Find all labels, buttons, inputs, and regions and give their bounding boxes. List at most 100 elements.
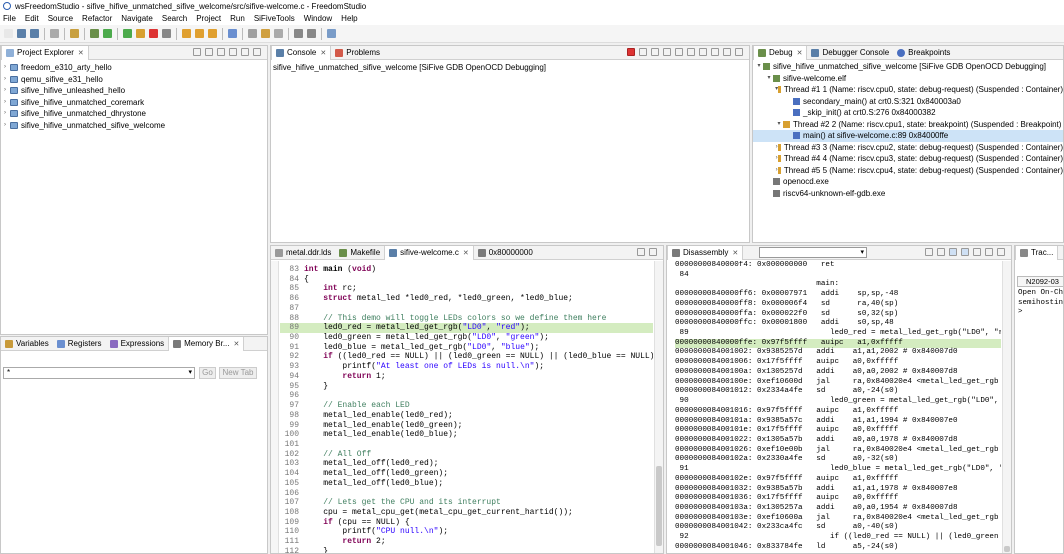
maximize-icon[interactable] — [997, 248, 1005, 256]
scroll-thumb[interactable] — [1004, 546, 1010, 552]
new-tab-button[interactable]: New Tab — [219, 367, 257, 379]
pin-console-icon[interactable] — [687, 48, 695, 56]
save-icon[interactable] — [17, 29, 26, 38]
menu-item-run[interactable]: Run — [230, 14, 245, 23]
menu-item-search[interactable]: Search — [162, 14, 187, 23]
disconnect-icon[interactable] — [162, 29, 171, 38]
menu-item-refactor[interactable]: Refactor — [82, 14, 112, 23]
link-with-debug-icon[interactable] — [949, 248, 957, 256]
refresh-icon[interactable] — [925, 248, 933, 256]
tab-disassembly[interactable]: Disassembly ✕ — [667, 246, 744, 260]
menu-item-edit[interactable]: Edit — [25, 14, 39, 23]
expand-icon[interactable]: ▾ — [775, 119, 783, 131]
debug-tree-row[interactable]: openocd.exe — [753, 176, 1063, 188]
collapse-all-icon[interactable] — [193, 48, 201, 56]
tab-debug[interactable]: Debug ✕ — [753, 46, 808, 60]
expand-icon[interactable]: › — [1, 85, 9, 97]
trace-session-tab[interactable]: N2092-03 — [1017, 276, 1063, 287]
address-input[interactable]: ▾ — [759, 247, 867, 258]
debug-tree-row[interactable]: _skip_init() at crt0.S:276 0x84000382 — [753, 107, 1063, 119]
debug-tree-row[interactable]: ▾ sifive_hifive_unmatched_sifive_welcome … — [753, 61, 1063, 73]
tab-trace[interactable]: Trac... — [1015, 246, 1059, 260]
close-icon[interactable]: ✕ — [797, 49, 803, 57]
scroll-lock-icon[interactable] — [663, 48, 671, 56]
expand-icon[interactable]: ▾ — [765, 73, 773, 85]
view-menu-icon[interactable] — [973, 248, 981, 256]
search-icon[interactable] — [274, 29, 283, 38]
debug-tree-row[interactable]: › Thread #5 5 (Name: riscv.cpu4, state: d… — [753, 165, 1063, 177]
print-icon[interactable] — [50, 29, 59, 38]
step-return-icon[interactable] — [208, 29, 217, 38]
debug-icon[interactable] — [90, 29, 99, 38]
scroll-thumb[interactable] — [656, 466, 662, 546]
link-editor-icon[interactable] — [205, 48, 213, 56]
debug-tree-row[interactable]: ▾ Thread #1 1 (Name: riscv.cpu0, state: d… — [753, 84, 1063, 96]
tab-breakpoints[interactable]: Breakpoints — [893, 46, 954, 60]
minimize-icon[interactable] — [241, 48, 249, 56]
minimize-icon[interactable] — [723, 48, 731, 56]
new-icon[interactable] — [4, 29, 13, 38]
view-menu-icon[interactable] — [229, 48, 237, 56]
editor-tab-0x80000000[interactable]: 0x80000000 — [474, 246, 537, 260]
expand-icon[interactable]: › — [1, 62, 9, 74]
menu-item-file[interactable]: File — [3, 14, 16, 23]
project-item[interactable]: › sifive_hifive_unmatched_dhrystone — [1, 108, 267, 120]
word-wrap-icon[interactable] — [675, 48, 683, 56]
editor-tab-makefile[interactable]: Makefile — [335, 246, 384, 260]
build-icon[interactable] — [70, 29, 79, 38]
tab-registers[interactable]: Registers — [53, 337, 106, 351]
display-console-icon[interactable] — [699, 48, 707, 56]
tab-project-explorer[interactable]: Project Explorer ✕ — [1, 46, 89, 60]
tab-memory-br[interactable]: Memory Br... ✕ — [168, 337, 245, 351]
project-item[interactable]: › freedom_e310_arty_hello — [1, 62, 267, 74]
expand-icon[interactable]: › — [1, 97, 9, 109]
menu-item-source[interactable]: Source — [48, 14, 73, 23]
editor-tab-metal-ddr-lds[interactable]: metal.ddr.lds — [271, 246, 335, 260]
project-item[interactable]: › sifive_hifive_unmatched_sifive_welcome — [1, 120, 267, 132]
tab-debugger-console[interactable]: Debugger Console — [807, 46, 893, 60]
debug-tree-row[interactable]: › Thread #4 4 (Name: riscv.cpu3, state: d… — [753, 153, 1063, 165]
step-over-icon[interactable] — [195, 29, 204, 38]
terminate-icon[interactable] — [149, 29, 158, 38]
expand-icon[interactable]: ▾ — [755, 61, 763, 73]
go-button[interactable]: Go — [199, 367, 216, 379]
maximize-icon[interactable] — [649, 248, 657, 256]
remove-launch-icon[interactable] — [639, 48, 647, 56]
expand-icon[interactable]: › — [1, 120, 9, 132]
tab-variables[interactable]: Variables — [1, 337, 53, 351]
project-item[interactable]: › qemu_sifive_e31_hello — [1, 74, 267, 86]
back-icon[interactable] — [294, 29, 303, 38]
project-item[interactable]: › sifive_hifive_unmatched_coremark — [1, 97, 267, 109]
editor-scrollbar[interactable] — [654, 261, 663, 553]
close-icon[interactable]: ✕ — [320, 49, 326, 57]
menu-item-navigate[interactable]: Navigate — [121, 14, 153, 23]
minimize-icon[interactable] — [637, 248, 645, 256]
external-tools-icon[interactable] — [248, 29, 257, 38]
home-icon[interactable] — [937, 248, 945, 256]
code-area[interactable]: 83 int main (void) 84{85 int rc; 86 struct … — [280, 265, 653, 553]
terminate-icon[interactable] — [627, 48, 635, 56]
debug-tree-row[interactable]: main() at sifive-welcome.c:89 0x84000ffe — [753, 130, 1063, 142]
open-type-icon[interactable] — [261, 29, 270, 38]
tab-problems[interactable]: Problems — [331, 46, 384, 60]
close-icon[interactable]: ✕ — [732, 249, 738, 257]
minimize-icon[interactable] — [985, 248, 993, 256]
suspend-icon[interactable] — [136, 29, 145, 38]
expand-icon[interactable]: › — [1, 74, 9, 86]
menu-item-window[interactable]: Window — [304, 14, 332, 23]
expand-icon[interactable]: › — [1, 108, 9, 120]
editor-tab-sifive-welcome-c[interactable]: sifive-welcome.c ✕ — [384, 246, 474, 260]
resume-icon[interactable] — [123, 29, 132, 38]
debug-tree-row[interactable]: ▾ Thread #2 2 (Name: riscv.cpu1, state: b… — [753, 119, 1063, 131]
disassembly-scrollbar[interactable] — [1002, 261, 1011, 553]
close-icon[interactable]: ✕ — [233, 340, 239, 348]
menu-item-sifivetools[interactable]: SiFiveTools — [254, 14, 295, 23]
tab-expressions[interactable]: Expressions — [106, 337, 169, 351]
clear-console-icon[interactable] — [651, 48, 659, 56]
step-into-icon[interactable] — [182, 29, 191, 38]
debug-tree-row[interactable]: secondary_main() at crt0.S:321 0x840003a… — [753, 96, 1063, 108]
instruction-step-icon[interactable] — [228, 29, 237, 38]
forward-icon[interactable] — [307, 29, 316, 38]
perspective-icon[interactable] — [327, 29, 336, 38]
maximize-icon[interactable] — [735, 48, 743, 56]
